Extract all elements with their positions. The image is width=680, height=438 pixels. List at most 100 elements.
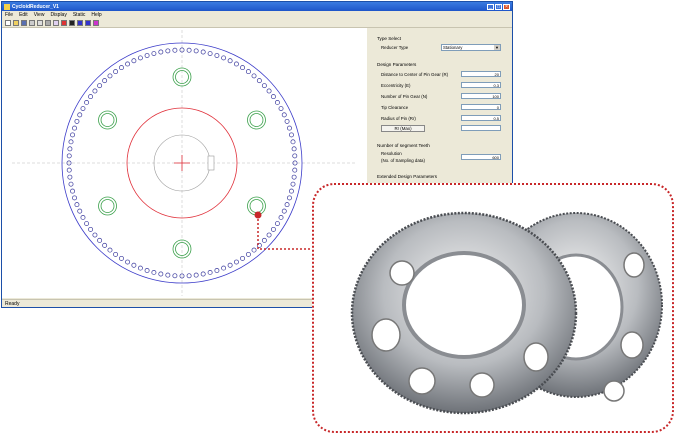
- menu-file[interactable]: File: [5, 12, 13, 18]
- leader-path: [257, 215, 312, 250]
- pin-circle: [207, 51, 213, 57]
- sampling-label: (No. of Sampling data): [381, 158, 425, 163]
- pin-circle: [70, 132, 76, 138]
- pin-circle: [77, 208, 83, 214]
- pin-circle: [113, 69, 119, 75]
- next-icon[interactable]: [85, 19, 91, 26]
- save-icon[interactable]: [21, 19, 27, 26]
- pin-circle: [113, 251, 119, 257]
- pin-circle: [102, 78, 108, 84]
- extended-params-title: Extended Design Parameters: [377, 174, 438, 179]
- pin-circle: [107, 247, 113, 253]
- pin-circle: [290, 139, 296, 145]
- pin-circle: [261, 83, 267, 89]
- open-folder-icon[interactable]: [13, 19, 19, 26]
- pin-circle: [281, 112, 287, 118]
- resolution-value[interactable]: 600: [461, 154, 501, 160]
- keyway: [207, 155, 215, 171]
- pin-circle: [137, 265, 143, 271]
- minimize-button[interactable]: _: [487, 3, 494, 10]
- pin-circle: [88, 226, 94, 232]
- pin-circle: [125, 61, 131, 67]
- rr-max-button[interactable]: Rr (Max): [381, 125, 425, 132]
- reducer-type-select[interactable]: Stationary ▼: [441, 44, 501, 51]
- pin-circle: [284, 118, 290, 124]
- pin-circle: [245, 69, 251, 75]
- rear-gear-hole: [620, 331, 644, 359]
- param-value-tip[interactable]: 0: [461, 104, 501, 110]
- pin-circle: [74, 118, 80, 124]
- pin-circle: [278, 106, 284, 112]
- pin-circle: [80, 214, 86, 220]
- new-file-icon[interactable]: [5, 19, 11, 26]
- pin-circle: [227, 58, 233, 64]
- pin-circle: [186, 273, 192, 279]
- pin-circle: [151, 269, 157, 275]
- reducer-type-label: Reducer Type: [381, 45, 409, 50]
- pin-circle: [92, 88, 98, 94]
- pin-circle: [68, 139, 74, 145]
- pin-circle: [287, 125, 292, 131]
- pin-circle: [288, 132, 294, 138]
- copy-icon[interactable]: [37, 19, 43, 26]
- pin-circle: [70, 188, 76, 194]
- param-value-rr[interactable]: 0.5: [461, 115, 501, 121]
- machined-gear-photo: [350, 211, 663, 415]
- param-label-rr: Radius of Pin (Rr): [381, 116, 416, 121]
- param-label-r: Distance to Center of Pin Gear (R): [381, 72, 449, 77]
- pin-circle: [292, 167, 298, 173]
- print-icon[interactable]: [45, 19, 51, 26]
- pin-circle: [66, 167, 72, 173]
- rear-gear-hole: [603, 380, 625, 402]
- pin-circle: [266, 88, 272, 94]
- menu-edit[interactable]: Edit: [19, 12, 28, 18]
- cut-icon[interactable]: [29, 19, 35, 26]
- help-icon[interactable]: [53, 19, 59, 26]
- pin-circle: [233, 61, 239, 67]
- front-gear-hole: [389, 260, 415, 286]
- pin-circle: [240, 255, 245, 261]
- pin-circle: [72, 195, 77, 201]
- maximize-button[interactable]: □: [495, 3, 502, 10]
- pin-circle: [221, 55, 227, 61]
- hole-inner-circle: [249, 113, 264, 127]
- front-gear-hole: [371, 318, 401, 352]
- pin-circle: [97, 83, 103, 89]
- menu-view[interactable]: View: [34, 12, 45, 18]
- rr-max-value[interactable]: [461, 125, 501, 131]
- menu-display[interactable]: Display: [50, 12, 66, 18]
- menu-help[interactable]: Help: [91, 12, 101, 18]
- pin-circle: [240, 65, 245, 71]
- prev-icon[interactable]: [77, 19, 83, 26]
- title-bar: CycloidReducer_V1 _ □ ×: [2, 2, 512, 11]
- front-gear-hole: [408, 367, 436, 395]
- pin-circle: [92, 232, 98, 238]
- pin-circle: [77, 112, 83, 118]
- param-value-n[interactable]: 100: [461, 93, 501, 99]
- chevron-down-icon[interactable]: ▼: [494, 45, 500, 50]
- pin-circle: [292, 153, 298, 159]
- pin-circle: [207, 269, 213, 275]
- pin-circle: [251, 73, 257, 79]
- pin-circle: [288, 188, 294, 194]
- pin-circle: [102, 242, 108, 248]
- magenta-tool-icon[interactable]: [93, 19, 99, 26]
- pin-circle: [200, 49, 206, 55]
- param-value-e[interactable]: 0.3: [461, 82, 501, 88]
- close-button[interactable]: ×: [503, 3, 510, 10]
- pin-circle: [158, 271, 164, 277]
- pin-circle: [97, 237, 103, 243]
- menu-static[interactable]: Static: [73, 12, 86, 18]
- pin-circle: [287, 195, 292, 201]
- pin-circle: [214, 53, 220, 58]
- param-value-r[interactable]: 20: [461, 71, 501, 77]
- front-gear-bore: [402, 251, 526, 359]
- pin-circle: [193, 48, 199, 54]
- red-tool-icon[interactable]: [61, 19, 67, 26]
- pin-circle: [290, 181, 296, 187]
- black-tool-icon[interactable]: [69, 19, 75, 26]
- param-label-e: Eccentricity (E): [381, 83, 411, 88]
- pin-circle: [74, 202, 80, 208]
- type-select-title: Type Select: [377, 36, 402, 41]
- pin-circle: [68, 181, 74, 187]
